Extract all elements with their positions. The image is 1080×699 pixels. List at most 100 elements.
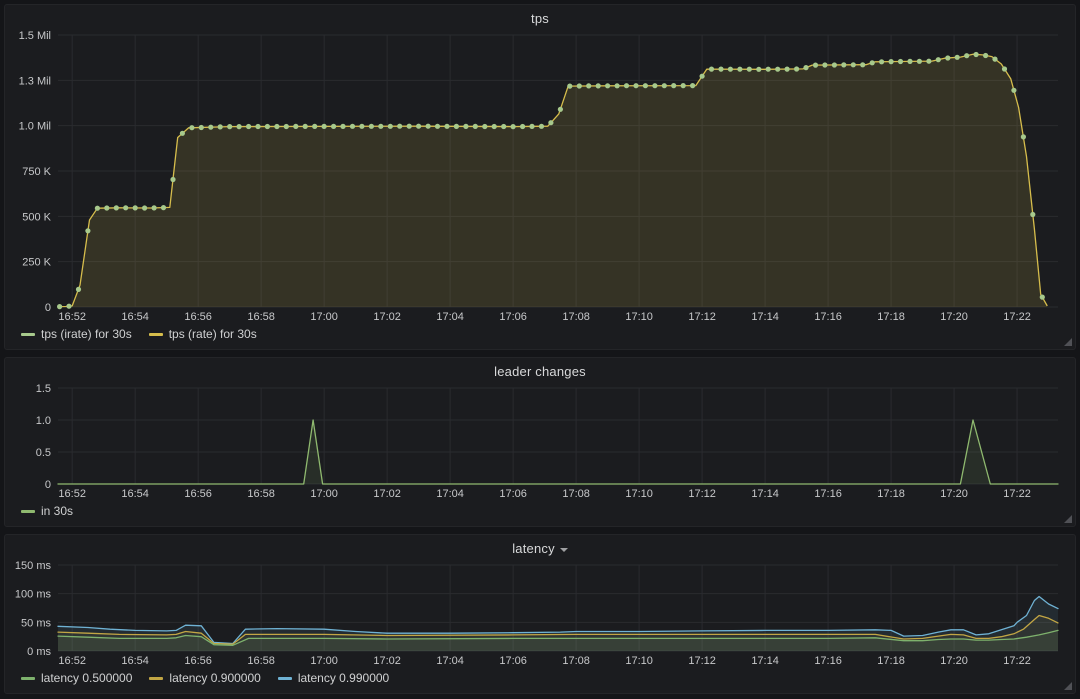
panel-resize-handle[interactable] [1064, 515, 1072, 523]
legend-item-in-30s[interactable]: in 30s [21, 504, 73, 518]
svg-text:17:22: 17:22 [1003, 488, 1031, 500]
legend-item-latency-p90[interactable]: latency 0.900000 [149, 671, 260, 685]
svg-text:17:14: 17:14 [751, 488, 779, 500]
svg-text:17:02: 17:02 [373, 655, 401, 667]
grafana-dashboard: tps 0 250 K 500 K 750 K 1.0 Mil 1.3 Mil 1.5 Mi… [0, 0, 1080, 699]
svg-text:17:06: 17:06 [499, 311, 527, 323]
legend-item-tps-irate[interactable]: tps (irate) for 30s [21, 327, 132, 341]
legend-swatch-tps-irate [21, 333, 35, 336]
svg-text:17:20: 17:20 [940, 655, 968, 667]
svg-text:17:12: 17:12 [688, 311, 716, 323]
svg-text:150 ms: 150 ms [15, 560, 52, 572]
legend-label-latency-p99[interactable]: latency 0.990000 [298, 671, 389, 685]
svg-text:17:00: 17:00 [310, 655, 338, 667]
svg-text:16:54: 16:54 [121, 655, 149, 667]
svg-text:17:16: 17:16 [814, 311, 842, 323]
panel-tps: tps 0 250 K 500 K 750 K 1.0 Mil 1.3 Mil 1.5 Mi… [4, 4, 1076, 350]
legend-label-tps-irate[interactable]: tps (irate) for 30s [41, 327, 132, 341]
svg-text:1.0: 1.0 [36, 415, 51, 427]
panel-resize-handle[interactable] [1064, 682, 1072, 690]
svg-text:17:18: 17:18 [877, 655, 905, 667]
legend-item-latency-p99[interactable]: latency 0.990000 [278, 671, 389, 685]
svg-text:16:52: 16:52 [58, 655, 86, 667]
panel-title-leader-changes[interactable]: leader changes [494, 364, 586, 379]
legend-label-in-30s[interactable]: in 30s [41, 504, 73, 518]
svg-text:17:04: 17:04 [436, 311, 464, 323]
svg-text:17:16: 17:16 [814, 655, 842, 667]
svg-text:16:52: 16:52 [58, 311, 86, 323]
svg-text:0: 0 [45, 479, 51, 491]
svg-text:17:08: 17:08 [562, 488, 590, 500]
svg-text:100 ms: 100 ms [15, 589, 52, 601]
svg-text:0 ms: 0 ms [27, 646, 51, 658]
legend-tps: tps (irate) for 30s tps (rate) for 30s [12, 323, 1068, 345]
svg-text:17:20: 17:20 [940, 488, 968, 500]
svg-text:17:00: 17:00 [310, 488, 338, 500]
svg-text:17:14: 17:14 [751, 311, 779, 323]
svg-text:50 ms: 50 ms [21, 617, 51, 629]
legend-label-latency-p90[interactable]: latency 0.900000 [169, 671, 260, 685]
legend-label-tps-rate[interactable]: tps (rate) for 30s [169, 327, 257, 341]
svg-text:17:10: 17:10 [625, 488, 653, 500]
legend-item-latency-p50[interactable]: latency 0.500000 [21, 671, 132, 685]
svg-text:17:10: 17:10 [625, 655, 653, 667]
legend-latency: latency 0.500000 latency 0.900000 latenc… [12, 667, 1068, 689]
svg-text:16:56: 16:56 [184, 488, 212, 500]
svg-text:0.5: 0.5 [36, 447, 51, 459]
svg-text:17:18: 17:18 [877, 311, 905, 323]
chart-latency[interactable]: 0 ms 50 ms 100 ms 150 ms 16:52 16:54 16:56 16:5… [12, 559, 1068, 667]
svg-text:17:00: 17:00 [310, 311, 338, 323]
svg-text:1.3 Mil: 1.3 Mil [19, 75, 51, 87]
svg-text:17:08: 17:08 [562, 655, 590, 667]
legend-swatch-latency-p90 [149, 677, 163, 680]
svg-text:16:58: 16:58 [247, 311, 275, 323]
svg-text:17:06: 17:06 [499, 655, 527, 667]
svg-text:17:22: 17:22 [1003, 655, 1031, 667]
svg-text:16:52: 16:52 [58, 488, 86, 500]
svg-text:500 K: 500 K [22, 211, 51, 223]
legend-swatch-latency-p50 [21, 677, 35, 680]
panel-header-latency[interactable]: latency [12, 538, 1068, 559]
svg-text:16:56: 16:56 [184, 655, 212, 667]
svg-text:17:02: 17:02 [373, 488, 401, 500]
chart-tps[interactable]: 0 250 K 500 K 750 K 1.0 Mil 1.3 Mil 1.5 Mil 16:… [12, 29, 1068, 323]
chart-leader-changes[interactable]: 0 0.5 1.0 1.5 16:52 16:54 16:56 16:58 17:00 17:02… [12, 382, 1068, 500]
svg-text:17:12: 17:12 [688, 488, 716, 500]
svg-text:17:12: 17:12 [688, 655, 716, 667]
svg-text:16:58: 16:58 [247, 655, 275, 667]
svg-text:17:06: 17:06 [499, 488, 527, 500]
svg-text:750 K: 750 K [22, 166, 51, 178]
legend-swatch-tps-rate [149, 333, 163, 336]
svg-text:17:04: 17:04 [436, 655, 464, 667]
svg-text:17:02: 17:02 [373, 311, 401, 323]
legend-item-tps-rate[interactable]: tps (rate) for 30s [149, 327, 257, 341]
svg-text:17:14: 17:14 [751, 655, 779, 667]
svg-text:1.0 Mil: 1.0 Mil [19, 121, 51, 133]
svg-text:17:04: 17:04 [436, 488, 464, 500]
svg-text:16:54: 16:54 [121, 488, 149, 500]
panel-header-leader-changes[interactable]: leader changes [12, 361, 1068, 382]
panel-title-latency[interactable]: latency [512, 541, 555, 556]
panel-latency: latency 0 ms 50 ms 100 ms 150 ms 16:52 16:54 1… [4, 534, 1076, 694]
svg-text:1.5: 1.5 [36, 383, 51, 395]
svg-text:17:08: 17:08 [562, 311, 590, 323]
svg-text:17:16: 17:16 [814, 488, 842, 500]
legend-leader-changes: in 30s [12, 500, 1068, 522]
svg-text:16:58: 16:58 [247, 488, 275, 500]
svg-text:16:56: 16:56 [184, 311, 212, 323]
svg-text:16:54: 16:54 [121, 311, 149, 323]
svg-text:17:10: 17:10 [625, 311, 653, 323]
panel-leader-changes: leader changes 0 0.5 1.0 1.5 16:52 16:54 16:56… [4, 357, 1076, 527]
svg-text:250 K: 250 K [22, 257, 51, 269]
svg-text:17:22: 17:22 [1003, 311, 1031, 323]
svg-text:1.5 Mil: 1.5 Mil [19, 30, 51, 42]
svg-text:17:18: 17:18 [877, 488, 905, 500]
legend-swatch-latency-p99 [278, 677, 292, 680]
svg-text:0: 0 [45, 302, 51, 314]
svg-text:17:20: 17:20 [940, 311, 968, 323]
chevron-down-icon[interactable] [560, 548, 568, 552]
legend-label-latency-p50[interactable]: latency 0.500000 [41, 671, 132, 685]
panel-title-tps[interactable]: tps [531, 11, 549, 26]
panel-header-tps[interactable]: tps [12, 8, 1068, 29]
panel-resize-handle[interactable] [1064, 338, 1072, 346]
